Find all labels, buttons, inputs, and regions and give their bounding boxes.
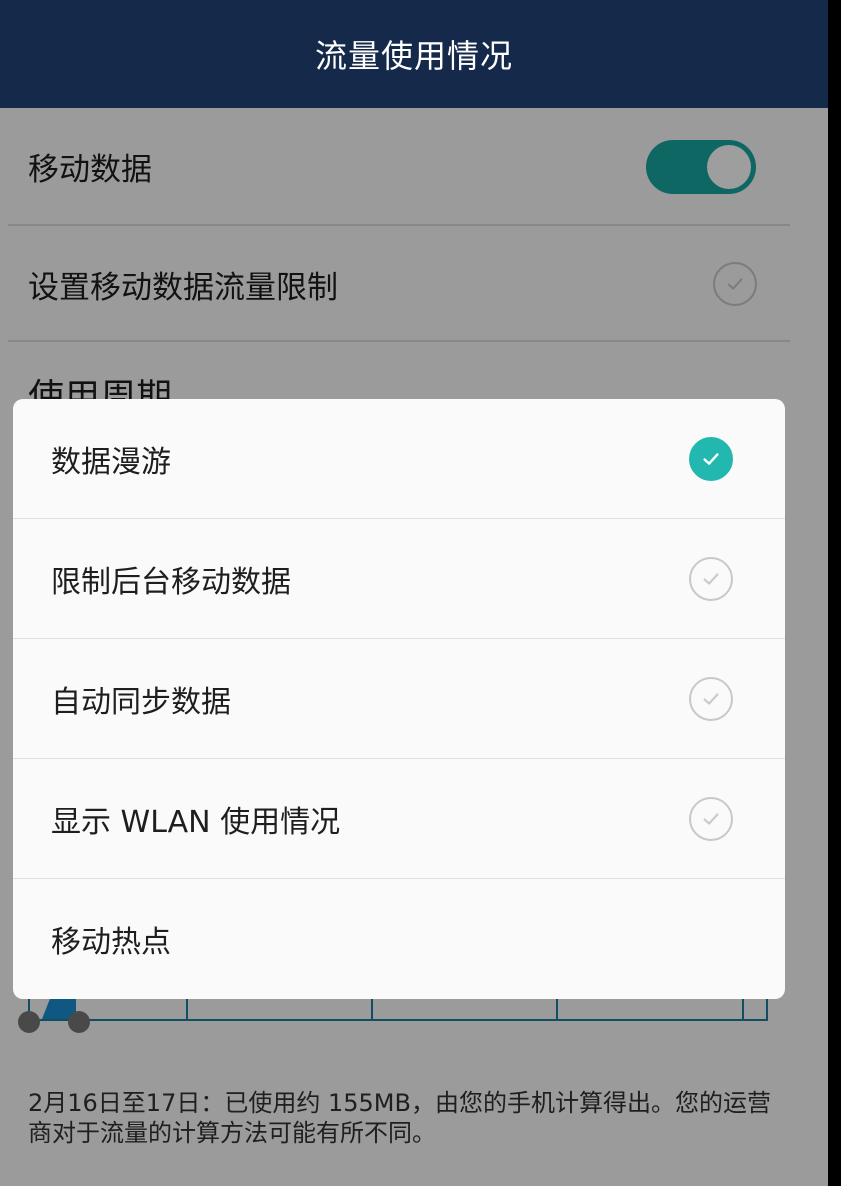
data-roaming-checkbox[interactable] <box>689 437 733 481</box>
menu-item-label: 限制后台移动数据 <box>51 565 291 600</box>
menu-item-label: 自动同步数据 <box>51 685 231 720</box>
menu-item-show-wlan[interactable]: 显示 WLAN 使用情况 <box>13 759 785 879</box>
menu-item-label: 显示 WLAN 使用情况 <box>51 805 341 840</box>
check-icon <box>703 813 719 825</box>
overflow-menu: 数据漫游 限制后台移动数据 自动同步数据 显示 WLAN 使用情况 移动热点 <box>13 399 785 999</box>
check-icon <box>703 693 719 705</box>
menu-item-restrict-background[interactable]: 限制后台移动数据 <box>13 519 785 639</box>
screen: 流量使用情况 移动数据 设置移动数据流量限制 使用周期 2月16日至17日：已使… <box>0 0 828 1186</box>
check-icon <box>703 573 719 585</box>
app-header: 流量使用情况 <box>0 0 828 108</box>
check-icon <box>703 453 719 465</box>
restrict-background-checkbox[interactable] <box>689 557 733 601</box>
screen-edge <box>828 0 841 1186</box>
menu-item-label: 数据漫游 <box>51 445 171 480</box>
menu-item-hotspot[interactable]: 移动热点 <box>13 879 785 999</box>
menu-item-data-roaming[interactable]: 数据漫游 <box>13 399 785 519</box>
page-title: 流量使用情况 <box>314 37 513 75</box>
menu-item-auto-sync[interactable]: 自动同步数据 <box>13 639 785 759</box>
menu-item-label: 移动热点 <box>51 925 171 960</box>
show-wlan-checkbox[interactable] <box>689 797 733 841</box>
auto-sync-checkbox[interactable] <box>689 677 733 721</box>
